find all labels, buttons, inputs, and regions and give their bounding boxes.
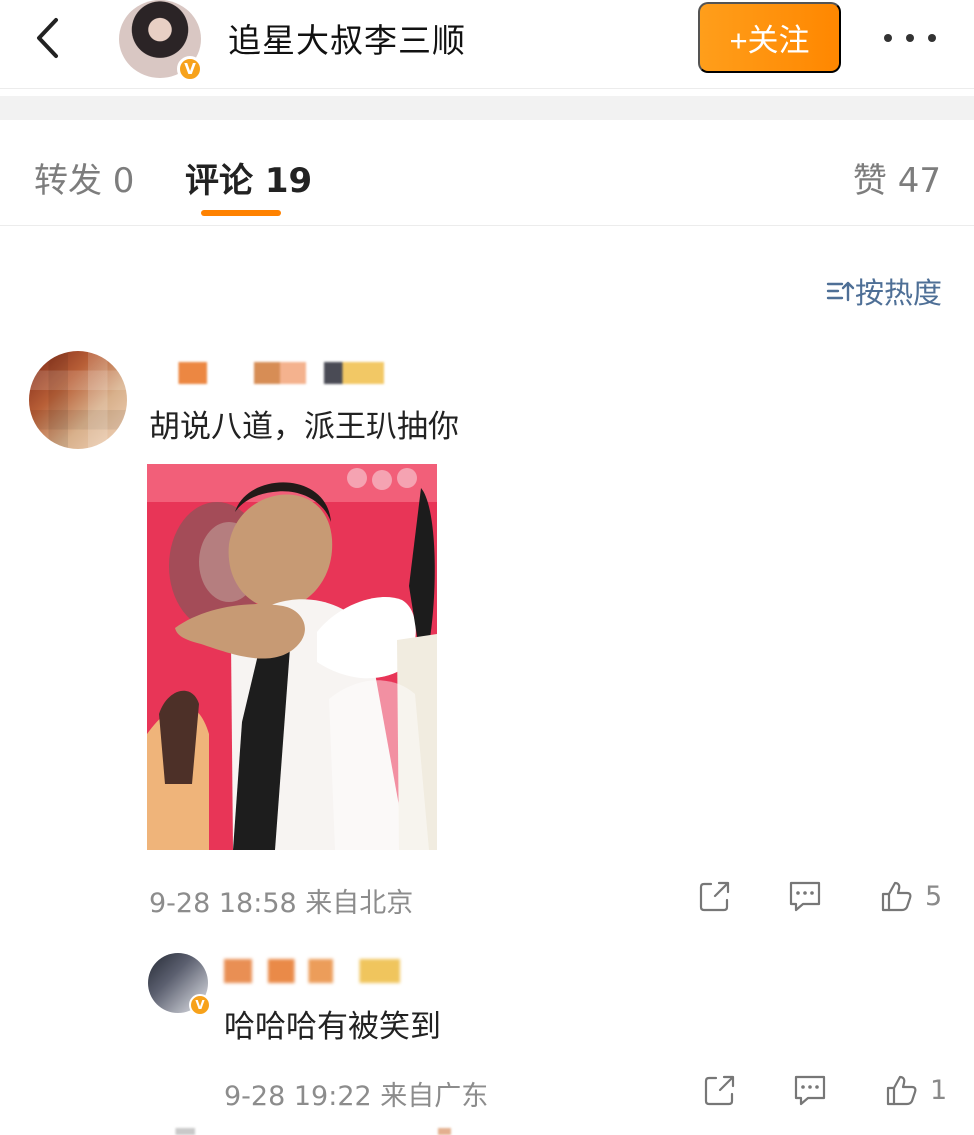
share-icon (704, 1075, 735, 1106)
comment-share-action[interactable] (695, 876, 735, 916)
tab-likes[interactable]: 赞 47 (853, 153, 941, 202)
follow-button[interactable]: +关注 (698, 2, 841, 73)
comment-image[interactable] (147, 464, 437, 850)
more-icon[interactable] (880, 26, 940, 50)
tab-bar: 转发 0 评论 19 赞 47 (0, 121, 974, 226)
top-bar: V 追星大叔李三顺 +关注 (0, 0, 974, 89)
back-icon[interactable] (30, 14, 64, 62)
profile-name: 追星大叔李三顺 (228, 21, 466, 60)
tab-comments[interactable]: 评论 19 (185, 153, 312, 202)
reply-avatar[interactable]: V (148, 953, 211, 1016)
reply-like-count: 1 (930, 1074, 948, 1106)
thumbs-up-icon (881, 881, 912, 912)
sort-control[interactable]: 按热度 (825, 270, 942, 312)
comment-like-count: 5 (925, 880, 943, 912)
comment-photo (147, 464, 437, 850)
tab-repost[interactable]: 转发 0 (34, 153, 134, 202)
reply-text: 哈哈哈有被笑到 (224, 1009, 441, 1045)
comment-text: 胡说八道，派王玐抽你 (149, 409, 459, 445)
reply-comment-action[interactable] (790, 1070, 830, 1110)
reply-share-action[interactable] (700, 1070, 740, 1110)
comment-avatar[interactable] (29, 351, 127, 449)
reply-like-action[interactable]: 1 (880, 1070, 947, 1110)
comment-like-action[interactable]: 5 (875, 876, 942, 916)
sort-icon (826, 281, 855, 302)
reply-verified-badge-icon: V (189, 994, 211, 1016)
next-comment-peek (150, 1128, 470, 1135)
share-icon (699, 881, 730, 912)
active-tab-indicator (201, 210, 281, 216)
comment-timestamp-location: 9-28 18:58 来自北京 (149, 888, 414, 919)
reply-timestamp-location: 9-28 19:22 来自广东 (224, 1081, 489, 1112)
sort-label: 按热度 (855, 276, 943, 310)
comment-icon (789, 881, 821, 912)
thumbs-up-icon (886, 1075, 917, 1106)
profile-avatar[interactable]: V (119, 0, 203, 82)
comment-reply-action[interactable] (785, 876, 825, 916)
verified-badge-icon: V (177, 56, 203, 82)
reply-username-redacted[interactable] (224, 959, 400, 983)
section-divider (0, 96, 974, 120)
comment-icon (794, 1075, 826, 1106)
comment-username-redacted[interactable] (150, 362, 410, 384)
